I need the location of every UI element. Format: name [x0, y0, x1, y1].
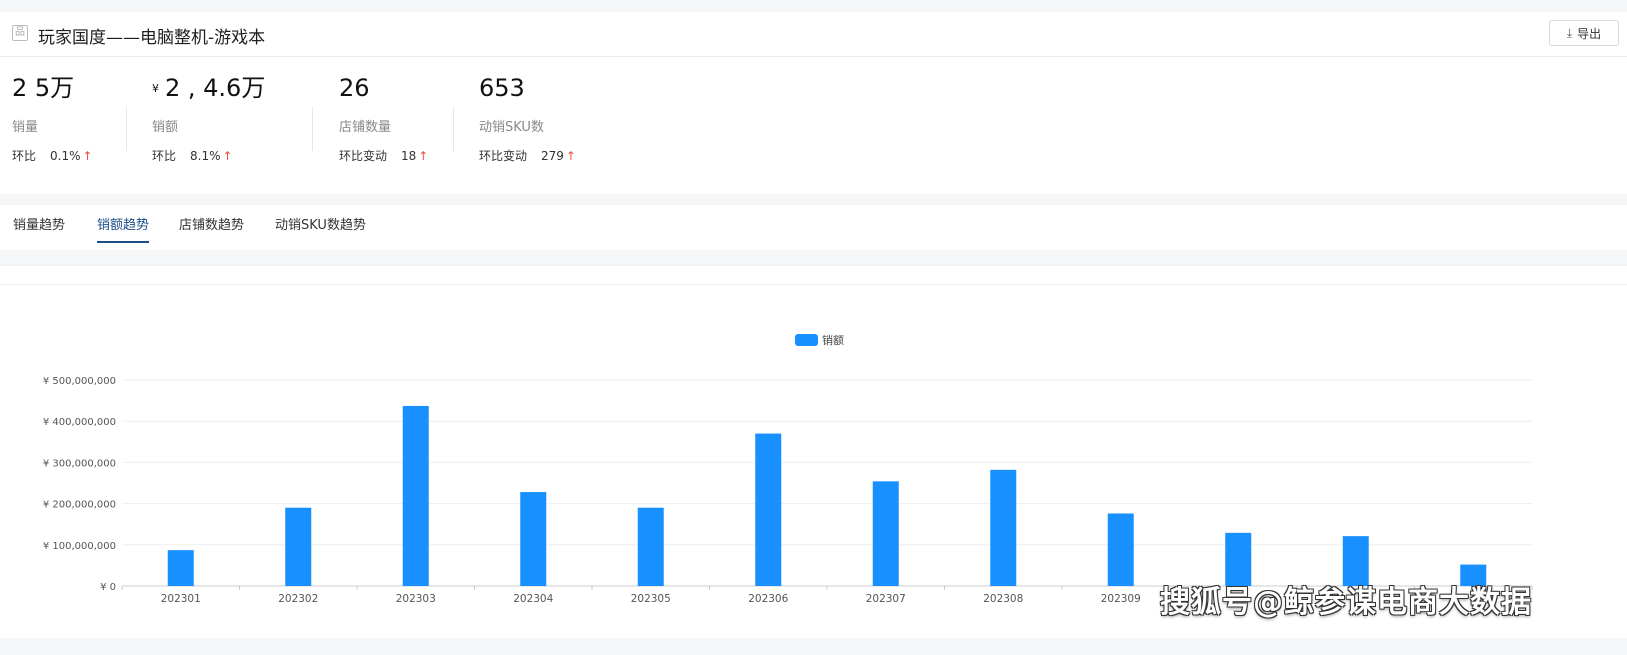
bar-202302[interactable]: [285, 507, 312, 586]
x-tick-label: 202307: [866, 593, 906, 605]
page-title: 玩家国度——电脑整机-游戏本: [38, 28, 266, 48]
y-tick-label: ¥ 300,000,000: [43, 458, 116, 469]
x-tick-label: 202302: [278, 593, 318, 605]
metric-value: 26: [339, 74, 370, 102]
metric-label: 动销SKU数: [479, 120, 544, 135]
tab-sales-amount-trend[interactable]: 销额趋势: [97, 214, 150, 243]
x-tick-label: 202305: [631, 593, 671, 605]
tab-bar: 销量趋势 销额趋势 店铺数趋势 动销SKU数趋势: [0, 205, 1627, 250]
metric-sku-count: 653 动销SKU数 环比变动 279 ↑: [479, 72, 576, 164]
export-button[interactable]: ⤓ 导出: [1549, 20, 1619, 46]
tab-store-count-trend[interactable]: 店铺数趋势: [179, 214, 244, 241]
y-tick-label: ¥ 400,000,000: [43, 417, 116, 428]
metric-sales-amount: ¥2 , 4.6万 销额 环比 8.1% ↑: [152, 72, 265, 164]
x-tick-label: 202304: [513, 593, 553, 605]
arrow-up-icon: ↑: [82, 149, 93, 163]
metric-label: 销额: [152, 120, 179, 135]
metric-value: 653: [479, 74, 525, 102]
header-bar: 品 玩家国度——电脑整机-游戏本 ⤓ 导出: [0, 12, 1627, 57]
bar-202305[interactable]: [637, 507, 664, 586]
divider: [126, 107, 127, 151]
arrow-up-icon: ↑: [565, 149, 576, 163]
y-tick-label: ¥ 100,000,000: [43, 541, 116, 552]
x-tick-label: 202309: [1101, 593, 1141, 605]
tab-sku-count-trend[interactable]: 动销SKU数趋势: [275, 214, 366, 241]
x-tick-label: 202301: [161, 593, 201, 605]
arrow-up-icon: ↑: [222, 149, 233, 163]
metric-value: ¥2 , 4.6万: [152, 74, 266, 102]
metric-label: 销量: [12, 120, 39, 135]
arrow-up-icon: ↑: [418, 149, 429, 163]
y-tick-label: ¥ 0: [100, 582, 116, 593]
y-tick-label: ¥ 500,000,000: [43, 376, 116, 387]
x-tick-label: 202306: [748, 593, 788, 605]
divider: [312, 107, 313, 151]
metric-sales-volume: 2 5万 销量 环比 0.1% ↑: [12, 72, 93, 164]
watermark: 搜狐号@鲸参谋电商大数据: [1160, 585, 1532, 620]
metric-value: 2 5万: [12, 74, 75, 102]
bar-202308[interactable]: [990, 469, 1017, 586]
metric-change: 环比变动 279 ↑: [479, 149, 576, 163]
bar-202309[interactable]: [1107, 513, 1134, 586]
bar-202301[interactable]: [167, 550, 194, 586]
metric-change: 环比 0.1% ↑: [12, 149, 93, 163]
bar-202307[interactable]: [872, 481, 899, 586]
bar-202306[interactable]: [755, 433, 782, 586]
bar-202303[interactable]: [402, 405, 429, 586]
x-tick-label: 202308: [983, 593, 1023, 605]
summary-card: 品 玩家国度——电脑整机-游戏本 ⤓ 导出 2 5万 销量 环比 0.1% ↑ ¥2…: [0, 12, 1627, 194]
bar-202304[interactable]: [520, 492, 547, 586]
tab-sales-volume-trend[interactable]: 销量趋势: [13, 214, 65, 241]
metric-store-count: 26 店铺数量 环比变动 18 ↑: [339, 72, 428, 164]
divider: [453, 107, 454, 151]
export-label: 导出: [1577, 26, 1602, 41]
metric-label: 店铺数量: [339, 120, 392, 135]
metric-change: 环比 8.1% ↑: [152, 149, 233, 163]
x-tick-label: 202303: [396, 593, 436, 605]
product-icon: 品: [12, 25, 28, 41]
download-icon: ⤓: [1566, 25, 1573, 40]
metric-change: 环比变动 18 ↑: [339, 149, 429, 163]
y-tick-label: ¥ 200,000,000: [43, 500, 116, 511]
